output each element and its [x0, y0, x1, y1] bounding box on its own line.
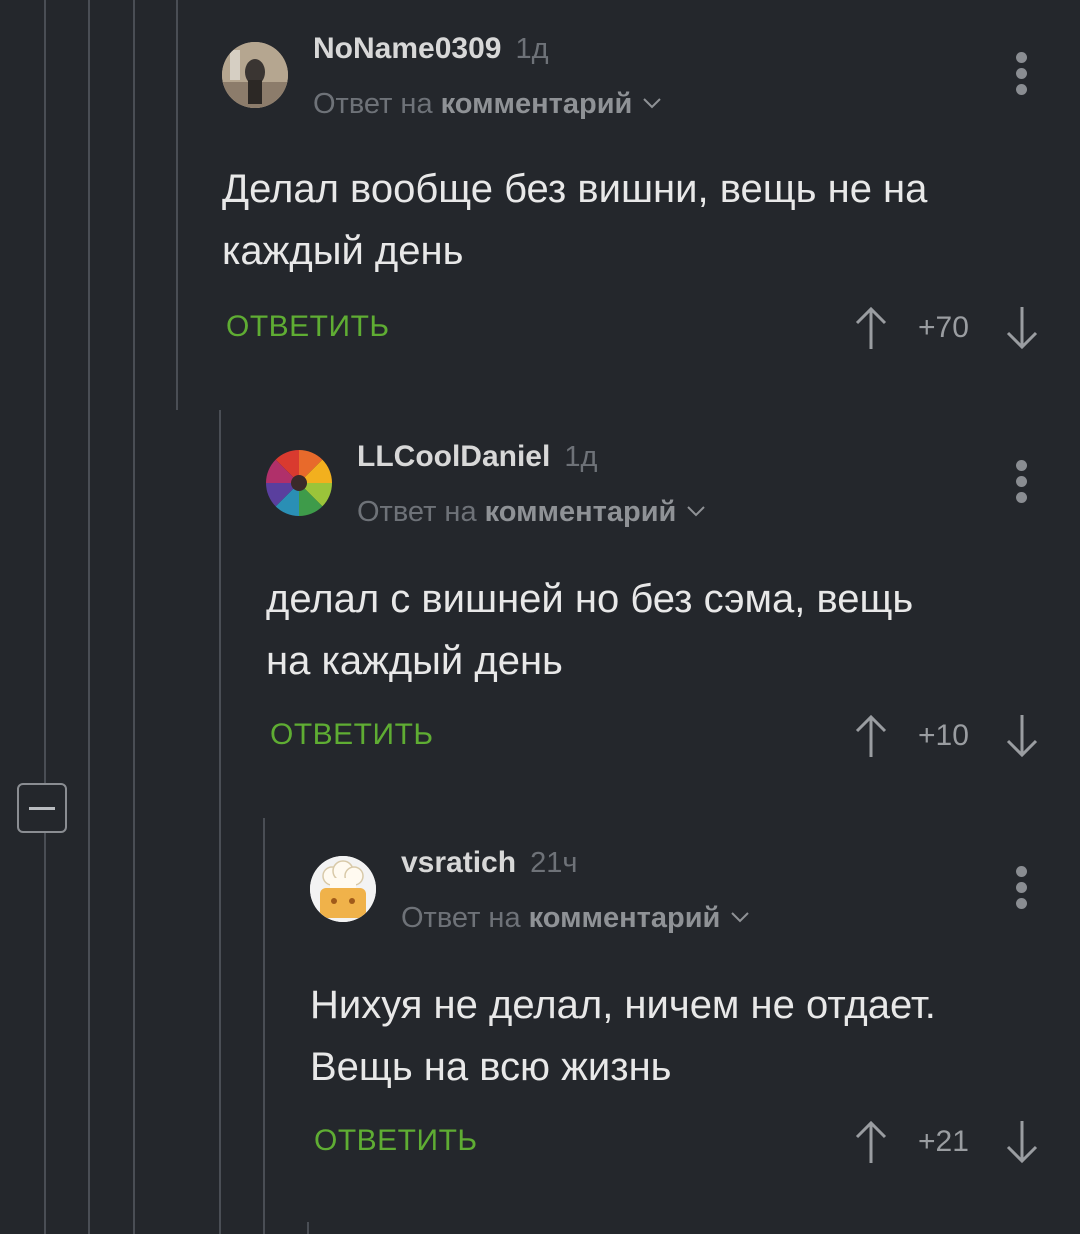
reply-to: Ответ на комментарий — [401, 902, 750, 935]
more-options-button[interactable] — [1002, 46, 1042, 102]
vote-score: +21 — [918, 1125, 969, 1158]
avatar[interactable] — [222, 42, 288, 108]
thread-line — [44, 833, 46, 1234]
reply-to-prefix: Ответ на — [313, 88, 433, 120]
username-text: LLCoolDaniel — [357, 440, 551, 473]
reply-to: Ответ на комментарий — [357, 496, 706, 529]
reply-button[interactable]: ОТВЕТИТЬ — [226, 310, 390, 344]
comment-text-line: Вещь на всю жизнь — [310, 1045, 672, 1089]
avatar-chef-icon — [310, 856, 376, 922]
comment: vsratich 21ч Ответ на комментарий Нихуя н… — [264, 818, 1080, 1234]
username-text: NoName0309 — [313, 32, 502, 65]
avatar-polygon-icon — [266, 450, 332, 516]
reply-to-link[interactable]: комментарий — [485, 496, 677, 528]
more-vertical-icon — [1016, 460, 1027, 471]
comment-body: Делал вообще без вишни, вещь не на кажды… — [222, 158, 927, 282]
comment-age: 1д — [564, 441, 598, 473]
vote-score: +70 — [918, 311, 969, 344]
thread-line — [133, 0, 135, 1234]
more-options-button[interactable] — [1002, 860, 1042, 916]
arrow-up-icon[interactable] — [854, 1119, 888, 1165]
username[interactable]: vsratich 21ч — [401, 846, 577, 880]
chevron-down-icon[interactable] — [642, 97, 662, 109]
more-vertical-icon — [1016, 52, 1027, 63]
comment-age: 1д — [515, 33, 549, 65]
more-options-button[interactable] — [1002, 454, 1042, 510]
avatar[interactable] — [310, 856, 376, 922]
arrow-down-icon[interactable] — [1005, 1119, 1039, 1165]
reply-button[interactable]: ОТВЕТИТЬ — [314, 1124, 478, 1158]
username[interactable]: NoName0309 1д — [313, 32, 549, 66]
reply-to-prefix: Ответ на — [357, 496, 477, 528]
more-vertical-icon — [1016, 866, 1027, 877]
arrow-down-icon[interactable] — [1005, 713, 1039, 759]
avatar-photo-icon — [222, 42, 288, 108]
comment-text-line: делал с вишней но без сэма, вещь — [266, 577, 914, 621]
comment: LLCoolDaniel 1д Ответ на комментарий дела… — [220, 410, 1080, 818]
reply-to-link[interactable]: комментарий — [441, 88, 633, 120]
comment-text-line: на каждый день — [266, 639, 563, 683]
comment-body: делал с вишней но без сэма, вещь на кажд… — [266, 568, 913, 692]
comment-age: 21ч — [530, 847, 578, 879]
reply-to-prefix: Ответ на — [401, 902, 521, 934]
chevron-down-icon[interactable] — [686, 505, 706, 517]
username-text: vsratich — [401, 846, 517, 879]
comment-text-line: Нихуя не делал, ничем не отдает. — [310, 983, 936, 1027]
avatar[interactable] — [266, 450, 332, 516]
reply-to: Ответ на комментарий — [313, 88, 662, 121]
username[interactable]: LLCoolDaniel 1д — [357, 440, 597, 474]
thread-line — [88, 0, 90, 1234]
vote-score: +10 — [918, 719, 969, 752]
reply-to-link[interactable]: комментарий — [529, 902, 721, 934]
comment-text-line: Делал вообще без вишни, вещь не на — [222, 167, 928, 211]
comment: NoName0309 1д Ответ на комментарий Делал … — [176, 0, 1080, 410]
thread-line — [44, 0, 46, 783]
collapse-thread-button[interactable] — [17, 783, 67, 833]
reply-button[interactable]: ОТВЕТИТЬ — [270, 718, 434, 752]
comment-body: Нихуя не делал, ничем не отдает. Вещь на… — [310, 974, 936, 1098]
minus-icon — [29, 807, 55, 810]
comment-text-line: каждый день — [222, 229, 464, 273]
arrow-down-icon[interactable] — [1005, 305, 1039, 351]
chevron-down-icon[interactable] — [730, 911, 750, 923]
arrow-up-icon[interactable] — [854, 713, 888, 759]
arrow-up-icon[interactable] — [854, 305, 888, 351]
